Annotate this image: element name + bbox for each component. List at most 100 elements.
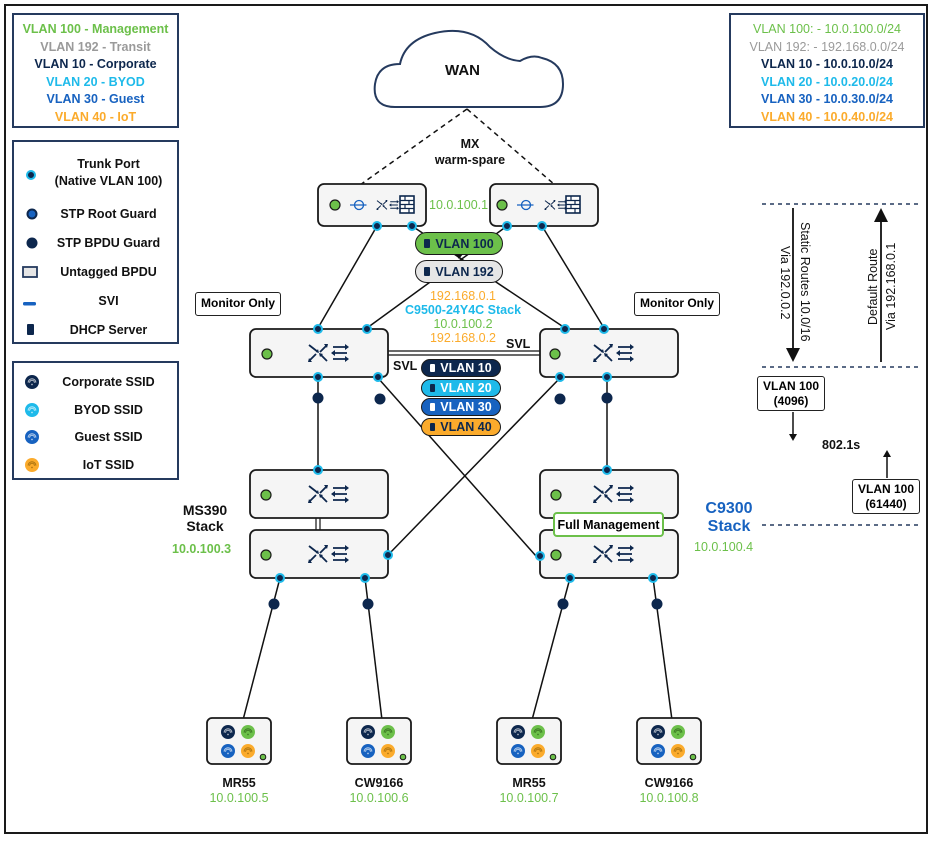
svi-vlan-pill[interactable]: VLAN 30: [421, 398, 501, 416]
ssid-icon: [25, 375, 39, 389]
bpdu-guard-icon: [268, 598, 280, 610]
default-route-label: Default Route: [866, 249, 880, 325]
arrow-up-icon: [874, 208, 888, 222]
svl-label-left: SVL: [393, 359, 418, 373]
monitor-only-left: Monitor Only: [195, 292, 281, 316]
c9300-switch-1[interactable]: [539, 469, 679, 519]
ssid-icon: [25, 402, 39, 417]
ssid-legend-label: Guest SSID: [74, 430, 143, 444]
bpdu-guard-icon: [374, 393, 386, 405]
trunk-port-icon[interactable]: [373, 372, 383, 382]
mx-appliance-1[interactable]: [317, 183, 427, 227]
ap-model: CW9166: [354, 776, 404, 790]
trunk-port-icon[interactable]: [275, 573, 285, 583]
access-point[interactable]: [206, 717, 272, 765]
trunk-port-icon[interactable]: [313, 324, 323, 334]
svi-vlan-pill[interactable]: VLAN 40: [421, 417, 501, 436]
vlan-192-pill[interactable]: VLAN 192: [415, 260, 503, 283]
access-points: [206, 717, 702, 765]
mx-appliance-2[interactable]: [489, 183, 599, 227]
wifi-ssid-icon: [241, 725, 255, 739]
access-point[interactable]: [346, 717, 412, 765]
subnet-legend-item: VLAN 192: - 192.168.0.0/24: [749, 39, 905, 54]
wifi-ssid-icon: [671, 725, 685, 739]
trunk-port-icon[interactable]: [313, 372, 323, 382]
trunk-port-icon[interactable]: [535, 551, 545, 561]
trunk-port-icon[interactable]: [360, 573, 370, 583]
trunk-port-icon[interactable]: [560, 324, 570, 334]
status-led-icon: [549, 753, 557, 761]
subnet-legend-item: VLAN 100: - 10.0.100.0/24: [752, 22, 902, 36]
stp-protocol-label: 802.1s: [822, 438, 861, 452]
ms390-switch-1[interactable]: [249, 469, 389, 519]
default-route-via: Via 192.168.0.1: [884, 243, 898, 330]
dhcp-server-icon: [424, 267, 431, 276]
ssid-legend-item: BYOD SSID: [14, 401, 177, 421]
vlan-legend-item: VLAN 30 - Guest: [46, 92, 145, 106]
trunk-port-icon[interactable]: [648, 573, 658, 583]
wifi-ssid-icon: [25, 402, 39, 417]
wifi-ssid-icon: [671, 744, 685, 758]
ap-model: MR55: [222, 776, 256, 790]
dhcp-server-icon: [430, 403, 436, 411]
trunk-port-icon[interactable]: [383, 550, 393, 560]
stp-root-priority: (4096): [773, 394, 809, 408]
status-led-icon: [261, 348, 273, 360]
access-point[interactable]: [496, 717, 562, 765]
trunk-port-icon[interactable]: [602, 465, 612, 475]
vlan-legend: VLAN 100 - Management VLAN 192 - Transit V…: [12, 13, 179, 128]
trunk-port-icon[interactable]: [555, 372, 565, 382]
trunk-port-icon[interactable]: [602, 372, 612, 382]
bpdu-guard-icon: [554, 393, 566, 405]
status-led-icon: [549, 348, 561, 360]
untagged-bpdu-icon: [22, 266, 38, 278]
core-switch-2[interactable]: [539, 328, 679, 378]
vlan-legend-item: VLAN 40 - IoT: [54, 109, 137, 124]
vlan-192-pill-label: VLAN 192: [435, 264, 494, 279]
static-route-label: Static Routes 10.0/16: [798, 222, 812, 342]
c9300-ip: 10.0.100.4: [694, 540, 754, 554]
status-led-icon: [550, 489, 562, 501]
svi-vlan-pill[interactable]: VLAN 10: [421, 359, 501, 377]
ssid-legend-item: Corporate SSID: [14, 373, 177, 393]
vlan-legend-item: VLAN 10 - Corporate: [34, 57, 157, 71]
wan-label: WAN: [445, 62, 480, 79]
trunk-port-icon[interactable]: [502, 221, 512, 231]
ms390-switch-2[interactable]: [249, 529, 389, 579]
svi-icon: [23, 302, 36, 306]
wan-link-left: [359, 108, 468, 186]
bpdu-guard-icon: [651, 598, 663, 610]
core-stack-name: C9500-24Y4C Stack: [404, 303, 522, 317]
mx-ip: 10.0.100.1: [429, 198, 489, 212]
access-point[interactable]: [636, 717, 702, 765]
core-switch-1[interactable]: [249, 328, 389, 378]
wifi-ssid-icon: [221, 725, 235, 739]
svi-vlan-label: VLAN 10: [440, 361, 492, 375]
trunk-port-icon[interactable]: [372, 221, 382, 231]
ms390-ip: 10.0.100.3: [172, 542, 232, 556]
ap-ip: 10.0.100.8: [639, 791, 699, 805]
legend-dhcp-server: DHCP Server: [14, 321, 177, 341]
svl-label-right: SVL: [506, 337, 531, 351]
monitor-only-right: Monitor Only: [634, 292, 720, 316]
subnet-legend: VLAN 100: - 10.0.100.0/24 VLAN 192: - 192…: [729, 13, 925, 128]
trunk-port-icon[interactable]: [537, 221, 547, 231]
dhcp-server-label: DHCP Server: [69, 323, 148, 337]
trunk-port-icon[interactable]: [313, 465, 323, 475]
wifi-ssid-icon: [511, 725, 525, 739]
ssid-legend: Corporate SSID BYOD SSID Guest SSID IoT SSI…: [12, 361, 179, 480]
svi-vlan-pill[interactable]: VLAN 20: [421, 378, 501, 397]
trunk-port-icon[interactable]: [407, 221, 417, 231]
status-led-icon: [496, 199, 508, 211]
c9300-switch-2[interactable]: [539, 529, 679, 579]
trunk-port-icon[interactable]: [565, 573, 575, 583]
bpdu-guard-icon: [26, 237, 38, 249]
trunk-port-icon[interactable]: [599, 324, 609, 334]
vlan-legend-item: VLAN 20 - BYOD: [46, 74, 145, 89]
vlan-100-pill[interactable]: VLAN 100: [415, 232, 503, 255]
status-led-icon: [689, 753, 697, 761]
status-led-icon: [259, 753, 267, 761]
subnet-legend-item: VLAN 30 - 10.0.30.0/24: [760, 92, 894, 106]
trunk-port-icon[interactable]: [362, 324, 372, 334]
ssid-legend-label: Corporate SSID: [62, 375, 155, 389]
